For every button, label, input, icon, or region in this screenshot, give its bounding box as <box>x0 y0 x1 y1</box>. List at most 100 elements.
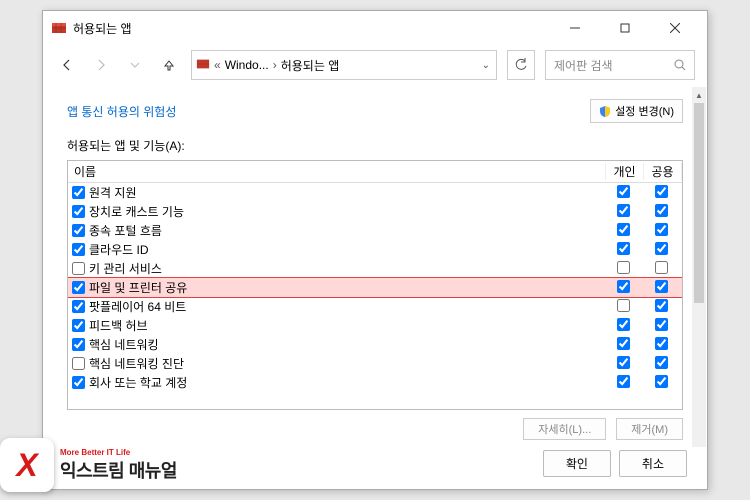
checkbox[interactable] <box>655 356 668 369</box>
list-header: 이름 개인 공용 <box>68 161 682 183</box>
table-row[interactable]: 원격 지원 <box>68 183 682 202</box>
logo-text: More Better IT Life 익스트림 매뉴얼 <box>60 448 177 483</box>
checkbox[interactable] <box>617 204 630 217</box>
row-name: 팟플레이어 64 비트 <box>89 298 606 315</box>
details-button[interactable]: 자세히(L)... <box>523 418 606 440</box>
checkbox[interactable] <box>617 318 630 331</box>
checkbox[interactable] <box>617 375 630 388</box>
row-name: 원격 지원 <box>89 184 606 201</box>
row-name: 종속 포털 흐름 <box>89 222 606 239</box>
forward-button[interactable] <box>89 53 113 77</box>
checkbox[interactable] <box>655 299 668 312</box>
table-row[interactable]: 파일 및 프린터 공유 <box>68 278 682 297</box>
window-title: 허용되는 앱 <box>73 20 559 37</box>
checkbox[interactable] <box>655 261 668 274</box>
apps-listbox: 이름 개인 공용 원격 지원장치로 캐스트 기능종속 포털 흐름클라우드 ID키… <box>67 160 683 410</box>
row-enable-checkbox[interactable] <box>72 376 85 389</box>
content: 앱 통신 허용의 위험성 설정 변경(N) 허용되는 앱 및 기능(A): 이름… <box>43 85 707 440</box>
checkbox[interactable] <box>617 185 630 198</box>
checkbox[interactable] <box>655 242 668 255</box>
cancel-button[interactable]: 취소 <box>619 450 687 477</box>
top-row: 앱 통신 허용의 위험성 설정 변경(N) <box>67 99 683 123</box>
row-enable-checkbox[interactable] <box>72 224 85 237</box>
logo-subtitle: More Better IT Life <box>60 448 177 457</box>
back-button[interactable] <box>55 53 79 77</box>
checkbox[interactable] <box>655 223 668 236</box>
checkbox[interactable] <box>655 375 668 388</box>
row-name: 피드백 허브 <box>89 317 606 334</box>
row-enable-checkbox[interactable] <box>72 281 85 294</box>
checkbox[interactable] <box>617 280 630 293</box>
up-button[interactable] <box>157 53 181 77</box>
shield-icon <box>599 105 611 117</box>
column-private[interactable]: 개인 <box>606 163 644 180</box>
refresh-button[interactable] <box>507 50 535 80</box>
change-settings-button[interactable]: 설정 변경(N) <box>590 99 683 123</box>
table-row[interactable]: 핵심 네트워킹 진단 <box>68 354 682 373</box>
scrollbar[interactable]: ▲ <box>692 87 706 447</box>
firewall-icon <box>196 57 210 74</box>
table-row[interactable]: 클라우드 ID <box>68 240 682 259</box>
checkbox[interactable] <box>617 223 630 236</box>
recent-button[interactable] <box>123 53 147 77</box>
table-row[interactable]: 피드백 허브 <box>68 316 682 335</box>
logo-x-icon: X <box>16 447 37 484</box>
row-enable-checkbox[interactable] <box>72 319 85 332</box>
minimize-button[interactable] <box>559 16 591 40</box>
column-name[interactable]: 이름 <box>68 163 606 180</box>
row-enable-checkbox[interactable] <box>72 262 85 275</box>
row-name: 키 관리 서비스 <box>89 260 606 277</box>
table-row[interactable]: 종속 포털 흐름 <box>68 221 682 240</box>
search-input[interactable]: 제어판 검색 <box>545 50 695 80</box>
remove-button[interactable]: 제거(M) <box>616 418 683 440</box>
firewall-icon <box>51 20 67 36</box>
checkbox[interactable] <box>655 204 668 217</box>
checkbox[interactable] <box>617 299 630 312</box>
row-enable-checkbox[interactable] <box>72 205 85 218</box>
checkbox[interactable] <box>655 337 668 350</box>
search-icon <box>674 59 686 71</box>
watermark-logo: X More Better IT Life 익스트림 매뉴얼 <box>0 438 177 492</box>
section-label: 허용되는 앱 및 기능(A): <box>67 137 683 154</box>
checkbox[interactable] <box>617 337 630 350</box>
column-public[interactable]: 공용 <box>644 163 682 180</box>
row-name: 장치로 캐스트 기능 <box>89 203 606 220</box>
checkbox[interactable] <box>617 261 630 274</box>
table-row[interactable]: 팟플레이어 64 비트 <box>68 297 682 316</box>
ok-button[interactable]: 확인 <box>543 450 611 477</box>
maximize-button[interactable] <box>609 16 641 40</box>
row-enable-checkbox[interactable] <box>72 243 85 256</box>
breadcrumb-item[interactable]: Windo... <box>225 58 269 72</box>
toolbar: « Windo... › 허용되는 앱 ⌄ 제어판 검색 <box>43 45 707 85</box>
row-enable-checkbox[interactable] <box>72 338 85 351</box>
address-bar[interactable]: « Windo... › 허용되는 앱 ⌄ <box>191 50 497 80</box>
row-name: 파일 및 프린터 공유 <box>89 279 606 296</box>
window: 허용되는 앱 « Windo... › 허용되는 앱 ⌄ 제어판 검색 앱 통신… <box>42 10 708 490</box>
row-name: 회사 또는 학교 계정 <box>89 374 606 391</box>
list-body: 원격 지원장치로 캐스트 기능종속 포털 흐름클라우드 ID키 관리 서비스파일… <box>68 183 682 392</box>
checkbox[interactable] <box>655 185 668 198</box>
table-row[interactable]: 장치로 캐스트 기능 <box>68 202 682 221</box>
table-row[interactable]: 핵심 네트워킹 <box>68 335 682 354</box>
row-enable-checkbox[interactable] <box>72 300 85 313</box>
list-buttons: 자세히(L)... 제거(M) <box>67 418 683 440</box>
row-enable-checkbox[interactable] <box>72 186 85 199</box>
table-row[interactable]: 키 관리 서비스 <box>68 259 682 278</box>
scroll-up-icon[interactable]: ▲ <box>692 87 706 103</box>
chevron-right-icon: › <box>273 58 277 72</box>
row-enable-checkbox[interactable] <box>72 357 85 370</box>
breadcrumb-item[interactable]: 허용되는 앱 <box>281 57 340 74</box>
scroll-thumb[interactable] <box>694 103 704 303</box>
checkbox[interactable] <box>655 318 668 331</box>
logo-title: 익스트림 매뉴얼 <box>60 457 177 483</box>
logo-badge: X <box>0 438 54 492</box>
window-controls <box>559 16 699 40</box>
checkbox[interactable] <box>617 242 630 255</box>
checkbox[interactable] <box>617 356 630 369</box>
table-row[interactable]: 회사 또는 학교 계정 <box>68 373 682 392</box>
risk-link[interactable]: 앱 통신 허용의 위험성 <box>67 103 176 120</box>
close-button[interactable] <box>659 16 691 40</box>
chevron-down-icon[interactable]: ⌄ <box>482 60 492 71</box>
checkbox[interactable] <box>655 280 668 293</box>
row-name: 핵심 네트워킹 진단 <box>89 355 606 372</box>
